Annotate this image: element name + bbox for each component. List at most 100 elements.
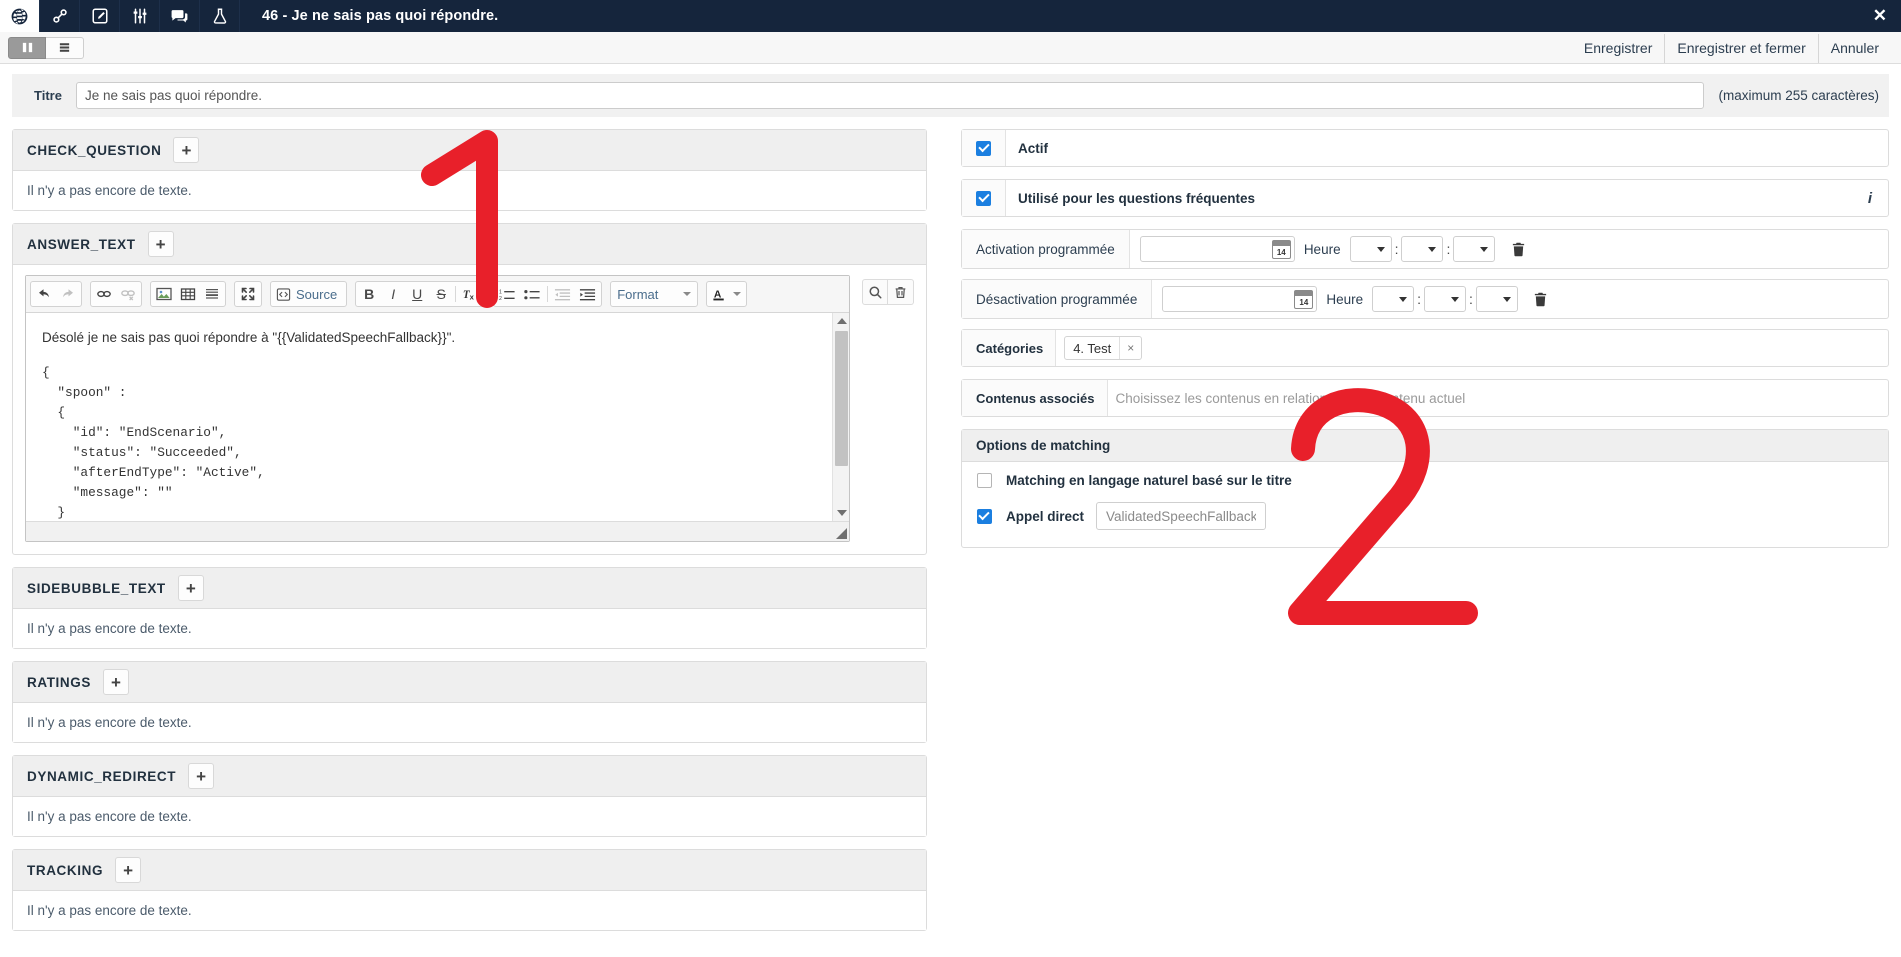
section-empty-text: Il n'y a pas encore de texte. — [13, 703, 926, 742]
scrollbar-thumb[interactable] — [835, 331, 848, 466]
editor-footer — [26, 521, 849, 541]
underline-icon[interactable]: U — [405, 283, 429, 305]
numbered-list-icon[interactable]: 12 — [495, 283, 520, 305]
categories-body[interactable]: 4. Test × — [1056, 330, 1888, 366]
editor-resize-handle[interactable] — [836, 528, 847, 539]
categories-label: Catégories — [962, 330, 1057, 366]
undo-icon[interactable] — [32, 283, 56, 305]
save-and-close-button[interactable]: Enregistrer et fermer — [1664, 33, 1817, 63]
active-checkbox-cell — [962, 130, 1006, 166]
table-icon[interactable] — [176, 283, 200, 305]
link-icon[interactable] — [92, 283, 116, 305]
category-tag[interactable]: 4. Test × — [1064, 336, 1143, 360]
italic-icon[interactable]: I — [381, 283, 405, 305]
image-icon[interactable] — [152, 283, 176, 305]
direct-call-checkbox[interactable] — [976, 508, 992, 524]
two-column-layout: CHECK_QUESTION + Il n'y a pas encore de … — [12, 129, 1889, 943]
direct-call-input[interactable] — [1096, 502, 1267, 530]
section-header: CHECK_QUESTION + — [13, 130, 926, 171]
section-header: RATINGS + — [13, 662, 926, 703]
section-header: ANSWER_TEXT + — [13, 224, 926, 265]
unlink-icon[interactable] — [116, 283, 140, 305]
section-tracking: TRACKING + Il n'y a pas encore de texte. — [12, 849, 927, 931]
add-ratings-button[interactable]: + — [102, 669, 129, 695]
bulleted-list-icon[interactable] — [520, 283, 545, 305]
title-input[interactable] — [75, 82, 1705, 109]
save-button[interactable]: Enregistrer — [1572, 34, 1664, 63]
add-dynamic-redirect-button[interactable]: + — [188, 763, 215, 789]
trash-icon[interactable] — [888, 279, 914, 305]
nav-globe-icon[interactable] — [0, 0, 40, 32]
section-empty-text: Il n'y a pas encore de texte. — [13, 891, 926, 930]
strikethrough-icon[interactable]: S — [429, 283, 453, 305]
editor-json-block: { "spoon" : { "id": "EndScenario", "stat… — [42, 365, 265, 520]
add-check-question-button[interactable]: + — [173, 137, 200, 163]
section-answer-text: ANSWER_TEXT + Source B I U S T x 1 2 For… — [12, 223, 927, 555]
italic-label: I — [391, 286, 396, 302]
indent-icon[interactable] — [575, 283, 600, 305]
activation-minute-select[interactable] — [1401, 236, 1444, 262]
scroll-down-icon[interactable] — [833, 505, 850, 521]
close-icon[interactable]: ✕ — [1865, 0, 1895, 32]
page-body: Titre (maximum 255 caractères) CHECK_QUE… — [0, 64, 1901, 957]
editor-body[interactable]: Désolé je ne sais pas quoi répondre à "{… — [26, 313, 849, 521]
nav-edit-pencil-icon[interactable] — [80, 0, 120, 32]
deactivation-date-input[interactable]: 14 — [1162, 286, 1318, 312]
direct-call-row: Appel direct — [962, 495, 1888, 537]
deactivation-minute-select[interactable] — [1424, 286, 1466, 312]
remove-format-icon[interactable]: Tx — [458, 283, 483, 305]
toolbar-group-source: Source — [270, 281, 348, 307]
cancel-button[interactable]: Annuler — [1817, 33, 1891, 63]
outdent-icon[interactable] — [550, 283, 575, 305]
toolbar-group-lists: 12 — [493, 281, 603, 307]
editor-scrollbar[interactable] — [832, 313, 849, 521]
source-button[interactable]: Source — [272, 283, 345, 305]
nav-link-chain-icon[interactable] — [40, 0, 80, 32]
faq-toggle-row: Utilisé pour les questions fréquentes i — [961, 179, 1889, 217]
active-checkbox[interactable] — [976, 140, 991, 156]
activation-date-input[interactable]: 14 — [1139, 236, 1295, 262]
format-dropdown[interactable]: Format — [612, 283, 696, 305]
deactivation-second-select[interactable] — [1475, 286, 1518, 312]
view-list-button[interactable] — [46, 36, 84, 59]
section-empty-text: Il n'y a pas encore de texte. — [13, 609, 926, 648]
calendar-icon[interactable]: 14 — [1294, 289, 1314, 309]
answer-text-editor-wrap: Source B I U S T x 1 2 Format A Désolé j… — [13, 265, 926, 554]
add-tracking-button[interactable]: + — [115, 857, 142, 883]
format-label: Format — [617, 286, 659, 302]
scroll-up-icon[interactable] — [833, 313, 850, 329]
add-answer-text-button[interactable]: + — [147, 231, 174, 257]
matching-options-panel: Options de matching Matching en langage … — [961, 429, 1889, 548]
clear-deactivation-trash-icon[interactable] — [1528, 286, 1554, 312]
nav-flask-icon[interactable] — [200, 0, 240, 32]
view-split-button[interactable] — [8, 36, 46, 59]
related-contents-body[interactable]: Choisissez les contenus en relation avec… — [1108, 380, 1889, 416]
activation-hour-select[interactable] — [1349, 236, 1392, 262]
svg-text:x: x — [470, 292, 475, 301]
content-area: Titre (maximum 255 caractères) CHECK_QUE… — [12, 74, 1889, 947]
faq-checkbox[interactable] — [976, 190, 991, 206]
section-title: DYNAMIC_REDIRECT — [27, 768, 177, 784]
add-sidebubble-text-button[interactable]: + — [177, 575, 204, 601]
clear-activation-trash-icon[interactable] — [1505, 236, 1531, 262]
chevron-down-icon — [1399, 296, 1408, 302]
search-icon[interactable] — [862, 279, 888, 305]
active-toggle-row: Actif — [961, 129, 1889, 167]
bold-icon[interactable]: B — [357, 283, 381, 305]
redo-icon[interactable] — [56, 283, 80, 305]
horizontal-rule-icon[interactable] — [200, 283, 224, 305]
text-color-icon[interactable]: A — [708, 283, 745, 305]
top-navigation-bar: 46 - Je ne sais pas quoi répondre. ✕ — [0, 0, 1901, 32]
calendar-icon[interactable]: 14 — [1271, 239, 1291, 259]
section-ratings: RATINGS + Il n'y a pas encore de texte. — [12, 661, 927, 743]
info-icon[interactable]: i — [1852, 180, 1888, 216]
maximize-icon[interactable] — [236, 283, 260, 305]
editor-content[interactable]: Désolé je ne sais pas quoi répondre à "{… — [26, 313, 832, 521]
nav-chat-bubbles-icon[interactable] — [160, 0, 200, 32]
deactivation-hour-select[interactable] — [1372, 286, 1415, 312]
natural-matching-checkbox[interactable] — [976, 473, 992, 488]
activation-second-select[interactable] — [1453, 236, 1496, 262]
nav-sliders-icon[interactable] — [120, 0, 160, 32]
category-tag-remove-icon[interactable]: × — [1119, 337, 1141, 359]
chevron-down-icon — [1502, 296, 1511, 302]
